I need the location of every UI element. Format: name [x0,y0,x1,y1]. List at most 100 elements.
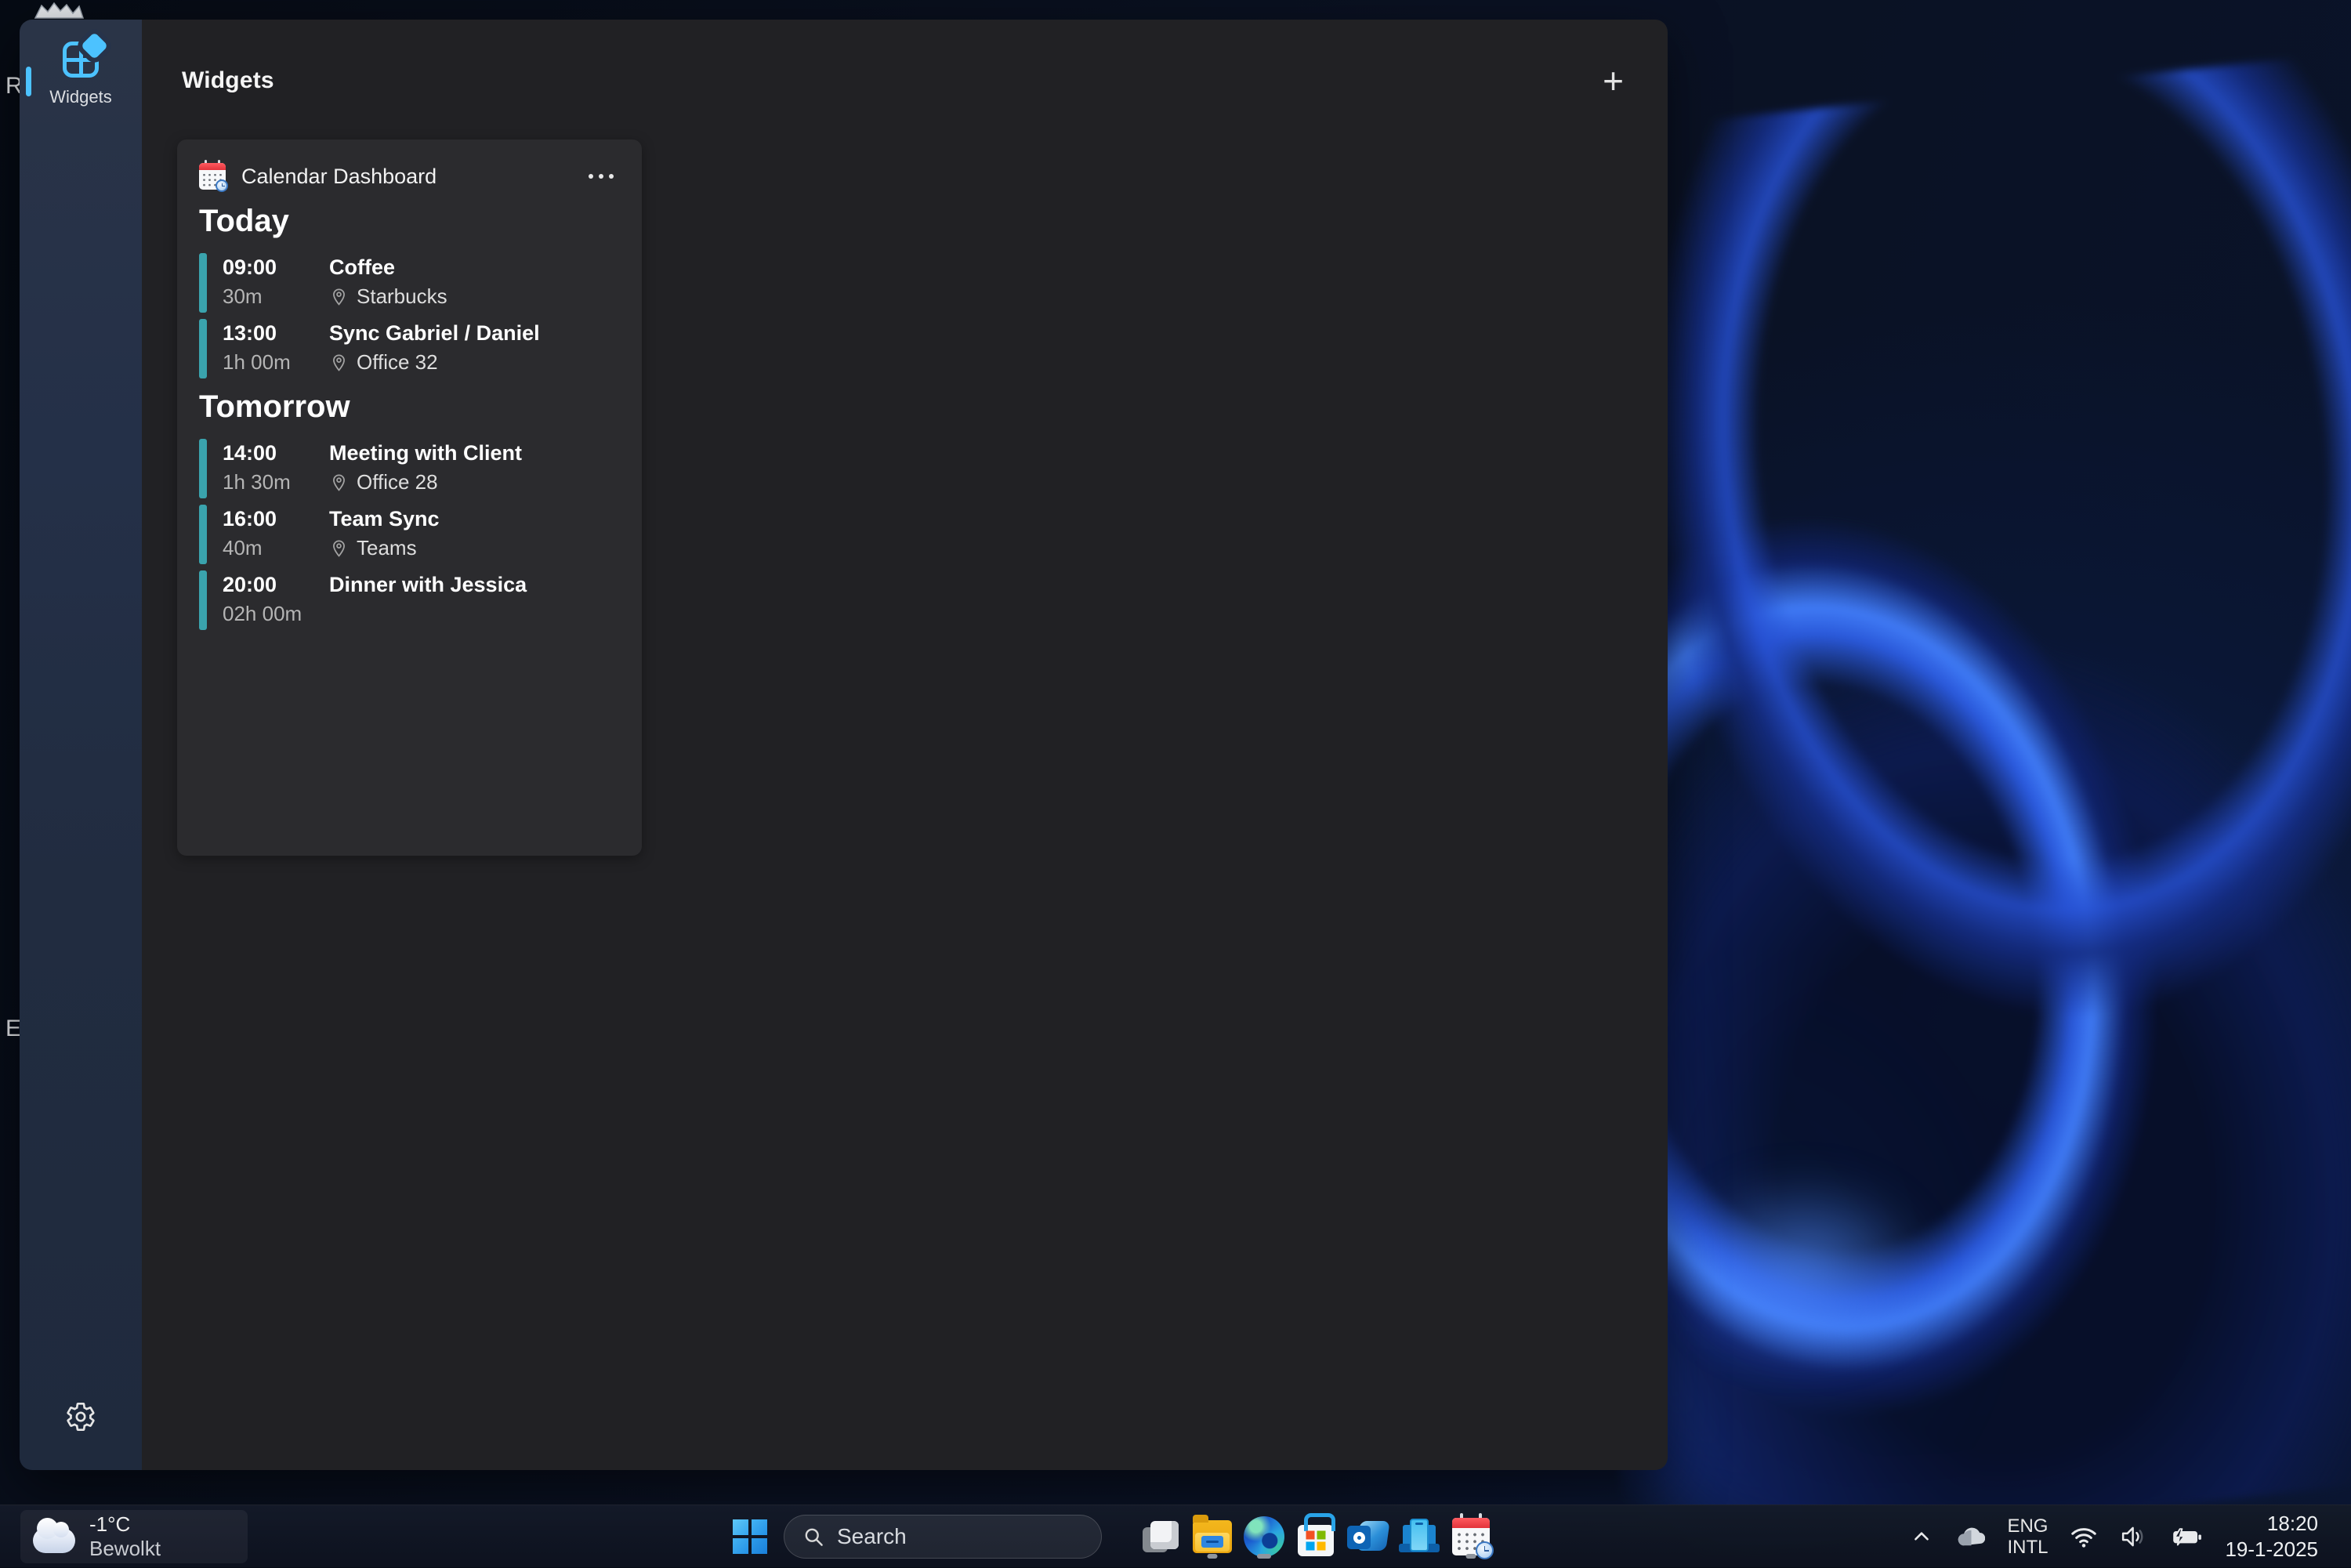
event-duration: 1h 30m [223,467,329,497]
section-heading-today: Today [199,204,620,239]
battery-charging-icon [2170,1525,2203,1548]
event-row[interactable]: 14:00 1h 30m Meeting with Client Office … [199,439,620,498]
tray-time: 18:20 [2225,1511,2318,1537]
widget-menu-button[interactable] [582,168,620,185]
tray-date: 19-1-2025 [2225,1537,2318,1563]
location-pin-icon [329,473,349,492]
calendar-dashboard-widget[interactable]: Calendar Dashboard Today 09:00 30m Coffe… [177,139,642,856]
clock-date-button[interactable]: 18:20 19-1-2025 [2225,1511,2318,1563]
language-indicator[interactable]: ENG INTL [2007,1515,2048,1558]
event-duration: 1h 00m [223,347,329,377]
phone-link-icon [1399,1519,1440,1555]
calendar-clock-icon [1452,1518,1490,1555]
taskbar-app-edge[interactable] [1238,1514,1290,1559]
network-tray-button[interactable] [2070,1525,2098,1548]
chevron-up-icon [1911,1526,1932,1547]
weather-widget-button[interactable]: -1°C Bewolkt [20,1510,248,1563]
event-time: 14:00 [223,439,329,467]
desktop-icon-label-fragment-bottom: E [5,1016,21,1042]
event-color-bar [199,505,207,564]
location-pin-icon [329,287,349,306]
search-input[interactable]: Search [784,1515,1102,1559]
event-duration: 40m [223,533,329,563]
widgets-panel-window: Widgets Widgets + Calendar Dashboard [20,20,1668,1470]
event-location: Office 28 [357,467,438,497]
widgets-sidebar: Widgets [20,20,142,1470]
system-tray: ENG INTL [1911,1505,2351,1568]
windows-logo-icon [733,1519,767,1554]
event-row[interactable]: 16:00 40m Team Sync Teams [199,505,620,564]
weather-condition: Bewolkt [89,1537,161,1561]
widget-header: Calendar Dashboard [199,160,620,193]
widget-title: Calendar Dashboard [241,165,437,189]
event-title: Dinner with Jessica [329,570,527,599]
language-line1: ENG [2007,1515,2048,1537]
taskbar-app-outlook[interactable] [1342,1514,1393,1559]
volume-tray-button[interactable] [2120,1525,2148,1548]
event-title: Meeting with Client [329,439,522,467]
taskbar-center: Search [727,1505,1497,1568]
event-row[interactable]: 09:00 30m Coffee Starbucks [199,253,620,313]
recycle-bin-icon[interactable] [33,0,85,19]
event-color-bar [199,570,207,630]
outlook-icon [1347,1519,1388,1555]
wifi-icon [2070,1525,2098,1548]
event-row[interactable]: 13:00 1h 00m Sync Gabriel / Daniel Offic… [199,319,620,378]
onedrive-tray-button[interactable] [1954,1526,1985,1548]
file-explorer-icon [1193,1520,1232,1553]
microsoft-store-icon [1298,1525,1334,1556]
task-view-icon [1141,1519,1180,1554]
event-time: 13:00 [223,319,329,347]
taskbar-app-calendar[interactable] [1445,1514,1497,1559]
event-title: Team Sync [329,505,440,533]
battery-tray-button[interactable] [2170,1525,2203,1548]
calendar-clock-icon [199,163,226,190]
event-duration: 30m [223,281,329,311]
speaker-icon [2120,1525,2148,1548]
event-time: 16:00 [223,505,329,533]
taskbar-app-microsoft-store[interactable] [1290,1514,1342,1559]
event-title: Sync Gabriel / Daniel [329,319,540,347]
language-line2: INTL [2007,1537,2048,1558]
running-indicator [1208,1554,1218,1559]
sidebar-item-label: Widgets [49,87,111,107]
tray-overflow-button[interactable] [1911,1526,1932,1547]
event-color-bar [199,439,207,498]
weather-temperature: -1°C [89,1512,161,1537]
widgets-board: Widgets + Calendar Dashboard Today 09:00 [142,20,1668,1470]
running-indicator [1257,1554,1271,1559]
event-title: Coffee [329,253,447,281]
event-time: 09:00 [223,253,329,281]
settings-button[interactable] [65,1401,96,1432]
edge-browser-icon [1244,1516,1284,1557]
event-location: Teams [357,533,417,563]
cloud-icon [33,1528,75,1553]
running-indicator [1466,1554,1476,1559]
taskbar-app-file-explorer[interactable] [1186,1514,1238,1559]
event-location: Starbucks [357,281,447,311]
event-row[interactable]: 20:00 02h 00m Dinner with Jessica [199,570,620,630]
search-icon [803,1526,824,1548]
event-time: 20:00 [223,570,329,599]
onedrive-cloud-icon [1954,1526,1985,1548]
taskbar-app-task-view[interactable] [1135,1514,1186,1559]
event-color-bar [199,319,207,378]
wallpaper-bloom-glow [1622,1136,1983,1403]
section-heading-tomorrow: Tomorrow [199,389,620,425]
location-pin-icon [329,538,349,558]
start-button[interactable] [727,1514,773,1559]
search-placeholder: Search [837,1524,907,1549]
event-location: Office 32 [357,347,438,377]
taskbar-app-phone-link[interactable] [1393,1514,1445,1559]
add-widget-button[interactable]: + [1603,65,1624,96]
event-color-bar [199,253,207,313]
taskbar: -1°C Bewolkt Search [0,1505,2351,1567]
page-title: Widgets [182,67,274,94]
gear-icon [65,1401,96,1432]
location-pin-icon [329,353,349,372]
widgets-board-header: Widgets + [182,60,1624,101]
event-duration: 02h 00m [223,599,329,628]
sidebar-item-widgets[interactable]: Widgets [20,40,142,107]
desktop-icon-label-fragment-top: R [5,73,21,100]
widgets-icon [61,40,100,79]
